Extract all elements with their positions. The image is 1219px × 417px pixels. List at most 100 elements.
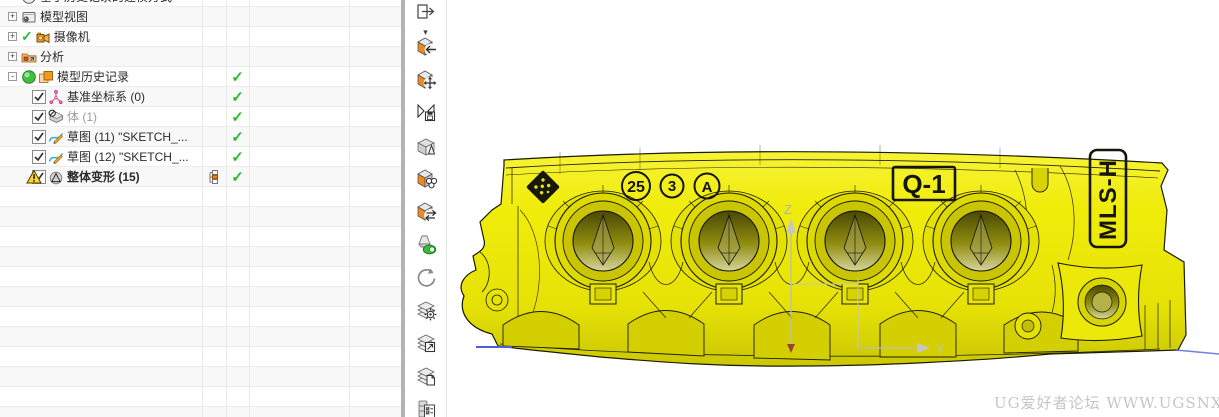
feature-checkbox[interactable] <box>30 149 47 165</box>
layer-settings-icon <box>414 299 438 326</box>
mirror-save-icon <box>414 101 438 128</box>
y-axis-label: Y <box>936 341 945 356</box>
graphics-toolbar: ▾ <box>405 0 447 417</box>
update-status-check-icon: ✓ <box>231 149 244 166</box>
mirror-save-button[interactable] <box>413 101 439 126</box>
part-navigator-panel: 基于历史记录的建模方式+模型视图+✓摄像机+分析-模型历史记录✓基准坐标系 (0… <box>0 0 401 417</box>
history-mode-icon <box>21 0 37 5</box>
feature-checkbox[interactable] <box>30 109 47 125</box>
tree-row-sketch-11[interactable]: 草图 (11) "SKETCH_... ✓ <box>0 127 401 147</box>
feature-tree: 基于历史记录的建模方式+模型视图+✓摄像机+分析-模型历史记录✓基准坐标系 (0… <box>0 0 401 187</box>
camera-icon <box>35 29 51 45</box>
tree-item-label: 基于历史记录的建模方式 <box>40 0 172 5</box>
pattern-component-icon <box>414 167 438 194</box>
tree-item-label: 基准坐标系 (0) <box>67 90 146 104</box>
move-to-layer-icon <box>414 365 438 392</box>
tree-item-label: 整体变形 (15) <box>67 170 140 184</box>
tree-item-label: 草图 (11) "SKETCH_... <box>67 130 188 144</box>
body-icon <box>48 109 64 125</box>
draft-analysis-icon <box>414 134 438 161</box>
tree-item-label: 草图 (12) "SKETCH_... <box>67 150 189 164</box>
expander-toggle[interactable]: + <box>8 12 17 21</box>
import-part-icon <box>414 35 438 62</box>
column-divider <box>349 0 350 417</box>
graphics-viewport[interactable]: 25 3 A Q-1 MLS-H Z Y UG爱好者论坛 WWW.UGSNX <box>448 0 1219 417</box>
pattern-component-button[interactable] <box>413 167 439 192</box>
import-part-button[interactable] <box>413 35 439 60</box>
tree-empty-row <box>0 327 401 347</box>
tree-item-label: 体 (1) <box>67 110 98 124</box>
tree-empty-row <box>0 307 401 327</box>
draft-analysis-button[interactable] <box>413 134 439 159</box>
tree-item-label: 模型历史记录 <box>57 70 130 84</box>
sketch-icon <box>48 129 64 145</box>
deform-icon <box>48 169 64 185</box>
part-properties-icon <box>414 398 438 417</box>
replace-component-icon <box>414 200 438 227</box>
stamp-letter-a: A <box>702 179 713 196</box>
update-status-check-icon: ✓ <box>231 69 244 86</box>
tree-empty-row <box>0 267 401 287</box>
update-status-check-icon: ✓ <box>231 129 244 146</box>
display-toggle-button[interactable] <box>413 233 439 258</box>
quality-stamp: Q-1 <box>902 169 945 199</box>
layer-settings-button[interactable] <box>413 299 439 324</box>
forum-watermark: UG爱好者论坛 WWW.UGSNX.COM <box>994 394 1219 412</box>
sketch-icon <box>48 149 64 165</box>
display-toggle-icon <box>414 233 438 260</box>
history-ball-icon <box>21 69 37 85</box>
tree-empty-row <box>0 407 401 417</box>
cylinder-head-model[interactable]: 25 3 A Q-1 MLS-H Z Y <box>448 0 1219 417</box>
tree-row-body[interactable]: 体 (1) ✓ <box>0 107 401 127</box>
tree-row-model-history[interactable]: - 模型历史记录 ✓ <box>0 67 401 87</box>
expander-toggle[interactable]: - <box>8 72 17 81</box>
move-component-icon <box>414 68 438 95</box>
column-divider <box>249 0 250 417</box>
part-properties-button[interactable] <box>413 398 439 417</box>
stamp-number-25: 25 <box>627 179 645 196</box>
expander-toggle[interactable]: + <box>8 32 17 41</box>
tree-empty-row <box>0 367 401 387</box>
tree-row-sketch-12[interactable]: 草图 (12) "SKETCH_... ✓ <box>0 147 401 167</box>
update-status-check-icon: ✓ <box>231 169 244 186</box>
dependency-icon <box>203 170 226 184</box>
tree-row-global-deform[interactable]: 整体变形 (15) ✓ <box>0 167 401 187</box>
tree-row-analysis[interactable]: + 分析 <box>0 47 401 67</box>
view-in-layer-button[interactable] <box>413 332 439 357</box>
tree-empty-row <box>0 347 401 367</box>
update-status-check-icon: ✓ <box>231 109 244 126</box>
update-model-button[interactable] <box>413 266 439 291</box>
tree-empty-row <box>0 187 401 207</box>
nx-application-window: 基于历史记录的建模方式+模型视图+✓摄像机+分析-模型历史记录✓基准坐标系 (0… <box>0 0 1219 417</box>
column-divider <box>226 0 227 417</box>
move-to-layer-button[interactable] <box>413 365 439 390</box>
gasket-stamp: MLS-H <box>1095 159 1122 240</box>
replace-component-button[interactable] <box>413 200 439 225</box>
tree-row-cameras[interactable]: + ✓ 摄像机 <box>0 27 401 47</box>
expander-toggle[interactable]: + <box>8 52 17 61</box>
tree-row-clipped-top[interactable]: 基于历史记录的建模方式 <box>0 0 401 7</box>
warning-icon <box>26 168 42 188</box>
datum-axis-line[interactable] <box>1175 349 1219 355</box>
feature-checkbox[interactable] <box>30 129 47 145</box>
tree-empty-row <box>0 387 401 407</box>
column-divider <box>202 0 203 417</box>
tree-empty-area <box>0 187 401 417</box>
z-axis-label: Z <box>784 202 792 217</box>
tree-empty-row <box>0 287 401 307</box>
new-window-icon <box>414 2 438 29</box>
stamp-number-3: 3 <box>668 178 676 195</box>
tree-item-label: 摄像机 <box>53 30 90 44</box>
move-component-button[interactable] <box>413 68 439 93</box>
tree-empty-row <box>0 247 401 267</box>
tree-item-label: 分析 <box>40 50 65 64</box>
view-in-layer-icon <box>414 332 438 359</box>
feature-checkbox[interactable] <box>30 89 47 105</box>
new-window-button[interactable]: ▾ <box>413 2 439 37</box>
tree-empty-row <box>0 207 401 227</box>
tree-row-model-views[interactable]: + 模型视图 <box>0 7 401 27</box>
feature-checkbox[interactable] <box>26 168 47 185</box>
tree-row-datum-csys[interactable]: 基准坐标系 (0) ✓ <box>0 87 401 107</box>
camera-active-check-icon: ✓ <box>21 28 33 44</box>
